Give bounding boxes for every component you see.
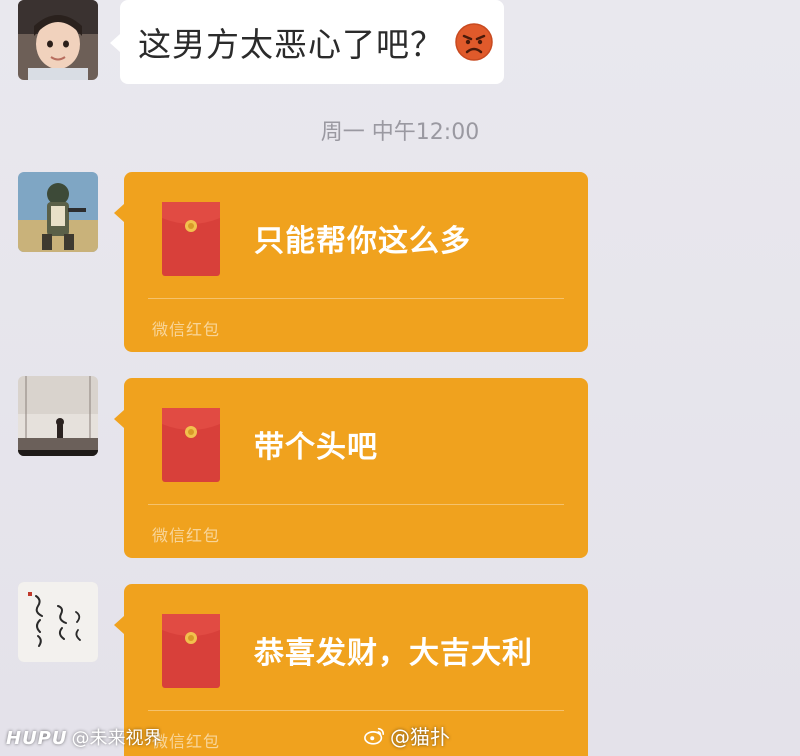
red-packet-label: 微信红包	[152, 320, 221, 339]
red-packet[interactable]: 恭喜发财，大吉大利 微信红包	[114, 584, 588, 756]
avatar-calligraphy[interactable]	[18, 582, 98, 662]
avatar-soldier[interactable]	[18, 172, 98, 252]
avatar-scenery[interactable]	[18, 376, 98, 456]
angry-face-icon	[455, 23, 493, 61]
red-packet[interactable]: 带个头吧 微信红包	[114, 378, 588, 558]
red-packet-divider	[148, 710, 564, 711]
weibo-icon	[364, 727, 385, 745]
red-packet-icon	[162, 614, 220, 688]
avatar-scenery-image	[18, 376, 98, 456]
red-packet-icon	[162, 202, 220, 276]
hupu-logo: HUPU	[6, 728, 68, 749]
red-packet[interactable]: 只能帮你这么多 微信红包	[114, 172, 588, 352]
avatar-calligraphy-image	[18, 582, 98, 662]
message-timestamp: 周一 中午12:00	[0, 114, 800, 146]
weibo-handle: @猫扑	[390, 725, 450, 749]
avatar-child-image	[18, 0, 98, 80]
text-message-bubble[interactable]: 这男方太恶心了吧？	[110, 0, 504, 84]
red-packet-label: 微信红包	[152, 732, 221, 751]
red-packet-icon	[162, 408, 220, 482]
timestamp-text: 周一 中午12:00	[320, 120, 480, 145]
red-packet-divider	[148, 298, 564, 299]
red-packet-message: 只能帮你这么多	[254, 224, 471, 259]
red-packet-divider	[148, 504, 564, 505]
red-packet-message: 带个头吧	[254, 430, 378, 465]
red-packet-label: 微信红包	[152, 526, 221, 545]
hupu-watermark: HUPU @未来视界	[6, 724, 162, 750]
weibo-watermark: @猫扑	[364, 721, 450, 750]
chat-screen: 这男方太恶心了吧？ 周一 中午12:00 只能帮你这么多 微信红包 带个头吧 微…	[0, 0, 800, 756]
hupu-handle: @未来视界	[71, 728, 162, 749]
text-message: 这男方太恶心了吧？	[138, 25, 444, 64]
red-packet-message: 恭喜发财，大吉大利	[254, 636, 533, 671]
avatar-child[interactable]	[18, 0, 98, 80]
avatar-soldier-image	[18, 172, 98, 252]
